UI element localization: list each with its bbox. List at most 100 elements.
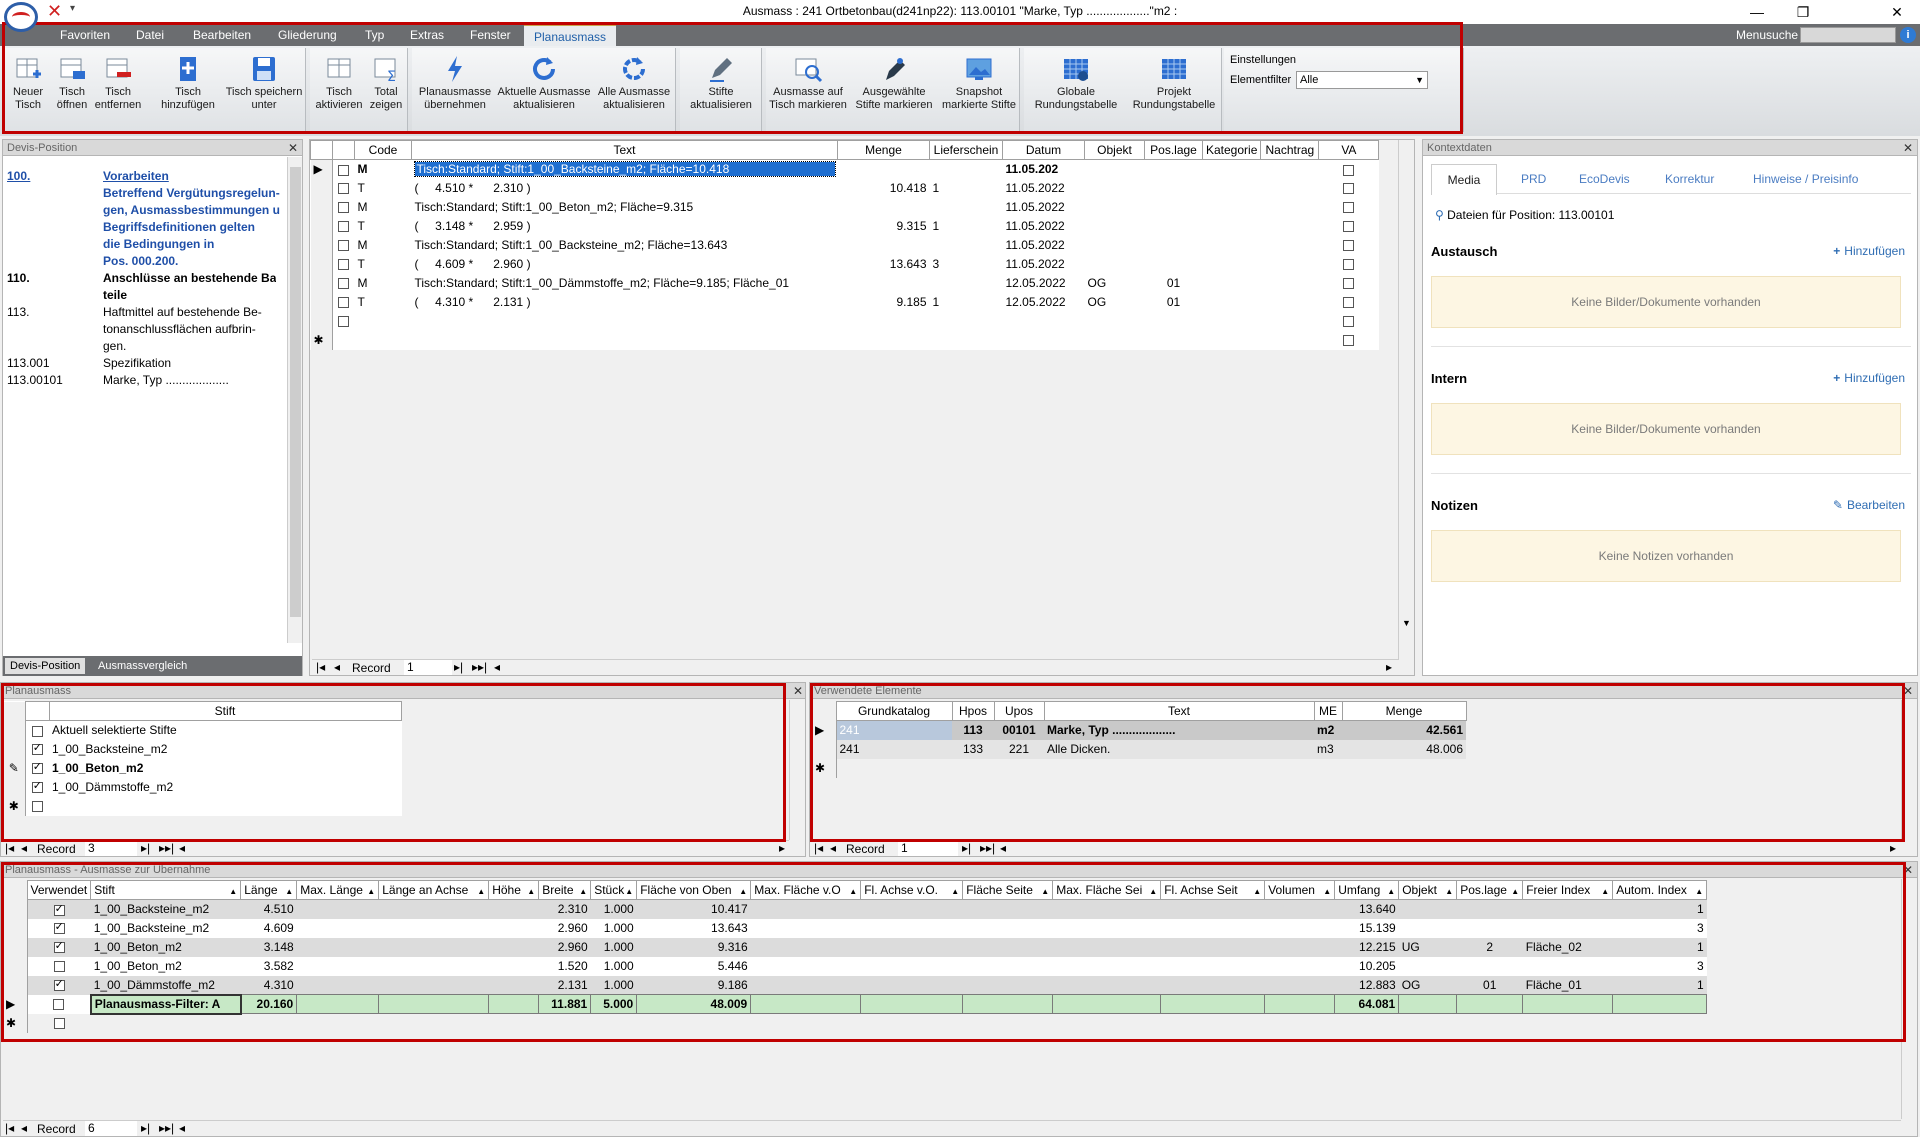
cell-empty[interactable] — [963, 976, 1053, 995]
cell-text[interactable]: ( 4.510 * 2.310 ) — [412, 179, 838, 198]
cell-empty[interactable] — [489, 900, 539, 919]
devis-tree-item[interactable]: Pos. 000.200. — [7, 253, 283, 270]
col-stift[interactable]: Stift — [48, 701, 402, 721]
va-checkbox[interactable] — [1343, 259, 1355, 271]
cell-breite[interactable]: 2.960 — [539, 919, 591, 938]
cell-objekt[interactable] — [1085, 198, 1145, 217]
last-record-icon[interactable]: ▸▸| — [980, 841, 995, 855]
total-cell-poslage[interactable] — [1456, 994, 1524, 1014]
cell-poslage[interactable] — [1145, 198, 1203, 217]
va-checkbox[interactable] — [1343, 164, 1355, 176]
cell-lieferschein[interactable] — [930, 198, 1003, 217]
scroll-left-icon[interactable]: ◂ — [1000, 841, 1006, 855]
cell-objekt[interactable]: UG — [1399, 938, 1457, 957]
col-text[interactable]: Text — [1043, 701, 1315, 721]
cell-empty[interactable] — [297, 938, 379, 957]
cell-empty[interactable] — [379, 976, 489, 995]
total-cell-freier[interactable] — [1522, 994, 1614, 1014]
table-row[interactable]: T( 4.310 * 2.131 ) 9.185 1 12.05.2022 OG 01 — [310, 292, 1379, 312]
cell-objekt[interactable]: OG — [1399, 976, 1457, 995]
cell-flaeche[interactable]: 9.316 — [637, 938, 751, 957]
cell-empty[interactable] — [751, 976, 861, 995]
list-item[interactable]: Aktuell selektierte Stifte — [3, 720, 401, 740]
cell-empty[interactable] — [489, 938, 539, 957]
cell-empty[interactable] — [297, 919, 379, 938]
cell-lieferschein[interactable]: 3 — [930, 255, 1003, 274]
cell-umfang[interactable]: 12.215 — [1335, 938, 1399, 957]
new-row-icon[interactable]: ✱ — [310, 330, 333, 350]
cell-empty[interactable] — [297, 976, 379, 995]
tab-prd[interactable]: PRD — [1521, 172, 1546, 186]
cell-code[interactable]: M — [355, 160, 412, 179]
cell-flaeche[interactable]: 13.643 — [637, 919, 751, 938]
list-item[interactable]: 1_00_Backsteine_m2 — [3, 739, 401, 759]
row-selector[interactable] — [3, 720, 26, 740]
cell-objekt[interactable] — [1085, 236, 1145, 255]
cell-empty[interactable] — [1053, 919, 1161, 938]
scroll-right-icon[interactable]: ▸ — [779, 841, 785, 855]
cell-breite[interactable]: 2.310 — [539, 900, 591, 919]
cell-kategorie[interactable] — [1203, 312, 1261, 331]
cell-empty[interactable] — [963, 900, 1053, 919]
minimize-button[interactable]: — — [1734, 0, 1780, 24]
cell-empty[interactable] — [1265, 900, 1335, 919]
row-selector[interactable] — [310, 197, 333, 217]
col-header[interactable]: Länge ▲ — [240, 880, 298, 900]
new-row[interactable]: ✱ — [812, 758, 1466, 778]
col-poslage[interactable]: Pos.lage — [1144, 140, 1203, 160]
update-current-measures-button[interactable]: Aktuelle Ausmasse aktualisieren — [496, 54, 592, 112]
cell-code[interactable]: M — [355, 236, 412, 255]
used-checkbox[interactable] — [53, 939, 65, 954]
cell-empty[interactable] — [1265, 957, 1335, 976]
devis-tree-item[interactable]: die Bedingungen in — [7, 236, 283, 253]
cell-laenge[interactable]: 3.148 — [241, 938, 297, 957]
next-record-icon[interactable]: ▸| — [454, 660, 463, 674]
cell-empty[interactable] — [751, 957, 861, 976]
cell-nachtrag[interactable] — [1261, 217, 1319, 236]
col-header[interactable]: Verwendet — [26, 880, 92, 900]
cell-kategorie[interactable] — [1203, 236, 1261, 255]
cell-code[interactable]: T — [355, 217, 412, 236]
pen-label[interactable]: 1_00_Backsteine_m2 — [49, 740, 401, 759]
cell-lieferschein[interactable] — [930, 274, 1003, 293]
cell-menge[interactable] — [838, 312, 930, 331]
scroll-left-icon[interactable]: ◂ — [494, 660, 500, 674]
new-row[interactable]: ✱ — [310, 330, 1379, 350]
cell-lieferschein[interactable] — [930, 160, 1003, 179]
total-cell-laenge[interactable]: 20.160 — [240, 994, 298, 1014]
col-header[interactable]: Fl. Achse v.O. ▲ — [860, 880, 964, 900]
row-selector[interactable]: ▶ — [310, 159, 333, 179]
record-input[interactable]: 1 — [404, 660, 452, 675]
cell-breite[interactable]: 2.131 — [539, 976, 591, 995]
list-item[interactable]: ✱ — [3, 796, 401, 816]
used-checkbox[interactable] — [53, 999, 65, 1011]
first-record-icon[interactable]: |◂ — [814, 841, 823, 855]
row-selector[interactable] — [3, 975, 28, 995]
cell-autom[interactable]: 3 — [1613, 919, 1707, 938]
cell-poslage[interactable] — [1457, 957, 1523, 976]
cell-stueck[interactable]: 1.000 — [591, 900, 637, 919]
col-header[interactable]: Höhe ▲ — [488, 880, 540, 900]
empty-cell[interactable] — [838, 331, 930, 350]
cell-text[interactable]: Tisch:Standard; Stift:1_00_Backsteine_m2… — [412, 236, 838, 255]
cell-empty[interactable] — [379, 900, 489, 919]
tab-ausmassvergleich[interactable]: Ausmassvergleich — [93, 658, 192, 674]
new-row-icon[interactable]: ✱ — [812, 758, 837, 778]
cell-objekt[interactable] — [1085, 160, 1145, 179]
cell-poslage[interactable]: 01 — [1145, 293, 1203, 312]
tab-devis-position[interactable]: Devis-Position — [5, 658, 86, 674]
table-row[interactable] — [310, 311, 1379, 331]
cell-grundkatalog[interactable]: 241 — [836, 740, 952, 759]
cell-poslage[interactable] — [1145, 179, 1203, 198]
cell-menge[interactable]: 9.185 — [838, 293, 930, 312]
cell-datum[interactable]: 12.05.2022 — [1003, 274, 1085, 293]
row-checkbox[interactable] — [338, 183, 350, 195]
cell-datum[interactable]: 11.05.2022 — [1003, 236, 1085, 255]
uebernahme-scrollbar[interactable] — [1901, 879, 1917, 1119]
total-cell-autom[interactable] — [1612, 994, 1708, 1014]
cell-freier[interactable] — [1523, 900, 1613, 919]
row-selector[interactable]: ▶ — [812, 720, 837, 740]
table-row[interactable]: ▶ M Tisch:Standard; Stift:1_00_Backsteine_… — [310, 159, 1379, 179]
table-row[interactable]: T( 4.609 * 2.960 ) 13.643 3 11.05.2022 — [310, 254, 1379, 274]
menu-datei[interactable]: Datei — [126, 24, 174, 46]
